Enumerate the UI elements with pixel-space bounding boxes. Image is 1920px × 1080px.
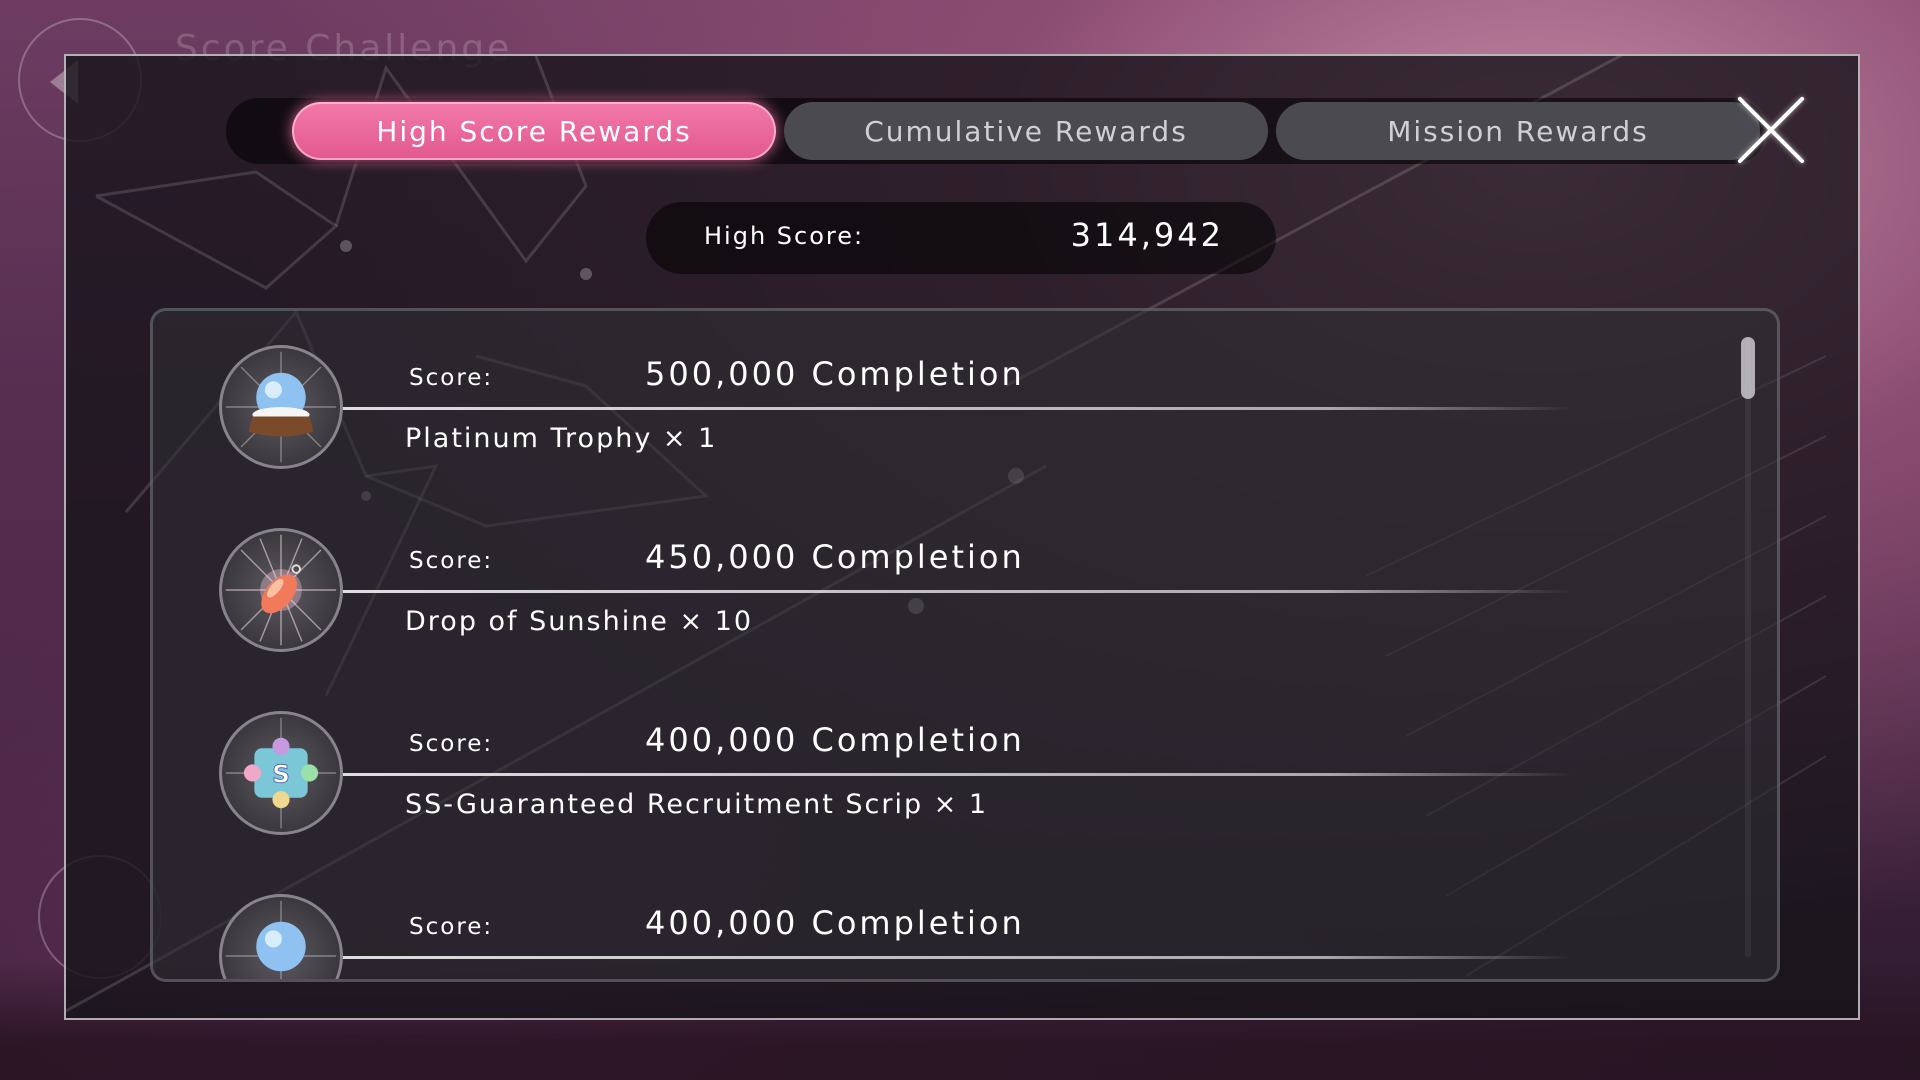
list-item: Score: 400,000 Completion — [153, 860, 1713, 979]
reward-name: Drop of Sunshine × 10 — [405, 606, 754, 637]
list-item: S Score: 400,000 Completion SS-Guarantee… — [153, 677, 1713, 835]
reward-name: SS-Guaranteed Recruitment Scrip × 1 — [405, 789, 989, 820]
scrollbar-track[interactable] — [1745, 337, 1751, 957]
score-threshold: 400,000 Completion — [645, 721, 1025, 759]
score-threshold: 400,000 Completion — [645, 904, 1025, 942]
crystal-ball-icon — [219, 345, 343, 469]
rewards-modal: High Score Rewards Cumulative Rewards Mi… — [64, 54, 1860, 1020]
score-threshold: 450,000 Completion — [645, 538, 1025, 576]
row-divider — [343, 956, 1573, 959]
close-button[interactable] — [1731, 88, 1811, 168]
tab-cumulative-rewards[interactable]: Cumulative Rewards — [784, 102, 1268, 160]
score-threshold: 500,000 Completion — [645, 355, 1025, 393]
reward-tabs: High Score Rewards Cumulative Rewards Mi… — [226, 98, 1766, 164]
svg-text:S: S — [272, 760, 290, 789]
score-label: Score: — [409, 365, 494, 391]
scrollbar-thumb[interactable] — [1741, 337, 1755, 399]
list-item: Score: 500,000 Completion Platinum Troph… — [153, 311, 1713, 469]
score-label: Score: — [409, 548, 494, 574]
score-label: Score: — [409, 731, 494, 757]
sunshine-drop-icon — [219, 528, 343, 652]
reward-name: Platinum Trophy × 1 — [405, 423, 718, 454]
list-item: Score: 450,000 Completion Drop of Sunshi… — [153, 494, 1713, 652]
reward-list[interactable]: Score: 500,000 Completion Platinum Troph… — [150, 308, 1780, 982]
tab-mission-rewards[interactable]: Mission Rewards — [1276, 102, 1760, 160]
tab-high-score-rewards[interactable]: High Score Rewards — [292, 102, 776, 160]
score-label: Score: — [409, 914, 494, 940]
crystal-ball-icon — [219, 894, 343, 979]
row-divider — [343, 407, 1573, 410]
high-score-value: 314,942 — [1070, 216, 1224, 254]
puzzle-scrip-icon: S — [219, 711, 343, 835]
row-divider — [343, 773, 1573, 776]
row-divider — [343, 590, 1573, 593]
high-score-label: High Score: — [704, 222, 865, 250]
high-score-panel: High Score: 314,942 — [646, 202, 1276, 274]
